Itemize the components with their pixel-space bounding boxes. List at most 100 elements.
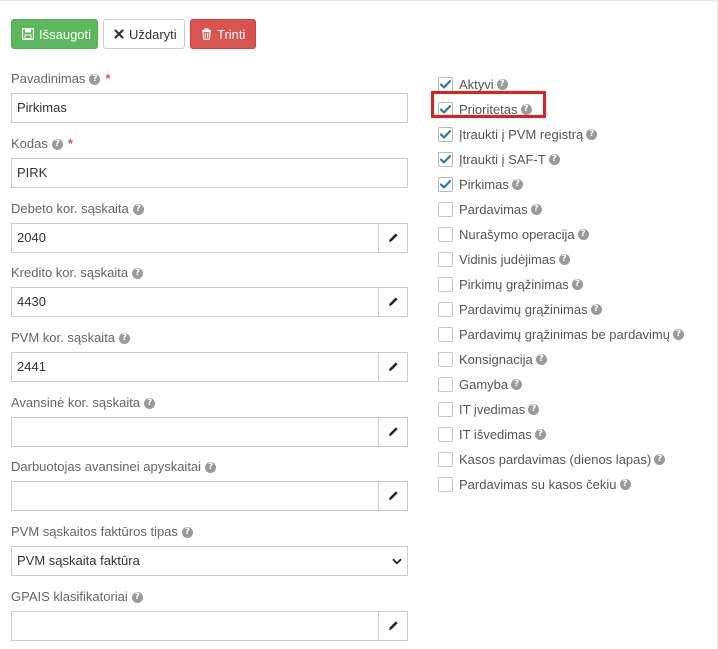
checkbox[interactable] [438,227,453,242]
help-icon[interactable]: ? [571,279,583,290]
checkbox[interactable] [438,452,453,467]
checkbox-label: Pirkimas [459,177,509,192]
checkbox-label-group: Pardavimų grąžinimas? [459,302,602,317]
code-input[interactable]: PIRK [11,158,408,188]
checkbox[interactable] [438,302,453,317]
gpais-edit-button[interactable] [378,611,408,641]
employee-label: Darbuotojas avansinei apyskaitai ? [11,459,408,475]
help-icon[interactable]: ? [520,104,532,115]
checkbox-row-pirkimas[interactable]: Pirkimas? [438,172,713,197]
gpais-group [11,611,408,641]
checkbox-label-group: Pardavimų grąžinimas be pardavimų? [459,327,684,342]
help-icon[interactable]: ? [131,591,143,603]
checkbox-label-group: IT įvedimas? [459,402,540,417]
debit-account-input[interactable]: 2040 [11,223,378,253]
checkbox[interactable] [438,327,453,342]
checkbox-row-prioritetas[interactable]: Prioritetas? [438,97,713,122]
checkbox-label: IT išvedimas [459,427,532,442]
checkbox-label-group: Kasos pardavimas (dienos lapas)? [459,452,666,467]
checkbox[interactable] [438,202,453,217]
help-icon[interactable]: ? [181,526,193,538]
checkbox-row-aktyvi[interactable]: Aktyvi? [438,72,713,97]
help-icon[interactable]: ? [654,454,666,465]
checkbox-row-pardavimas-su-kasos-cekiu[interactable]: Pardavimas su kasos čekiu? [438,472,713,497]
help-icon[interactable]: ? [144,397,156,409]
checkbox[interactable] [438,377,453,392]
checkbox-label-group: Įtraukti į SAF-T? [459,152,560,167]
help-icon[interactable]: ? [132,203,144,215]
help-icon[interactable]: ? [586,129,598,140]
checkbox-label-group: Pirkimas? [459,177,523,192]
delete-button[interactable]: Trinti [190,19,256,49]
invoice-type-select[interactable]: PVM sąskaita faktūra [11,546,408,576]
employee-input[interactable] [11,481,378,511]
checkbox[interactable] [438,177,453,192]
checkbox-row-pardavimas[interactable]: Pardavimas? [438,197,713,222]
advance-account-edit-button[interactable] [378,417,408,447]
checkbox-row-itraukti-i-saf-t[interactable]: Įtraukti į SAF-T? [438,147,713,172]
gpais-input[interactable] [11,611,378,641]
credit-account-input[interactable]: 4430 [11,287,378,317]
save-button[interactable]: Išsaugoti [11,19,98,49]
help-icon[interactable]: ? [51,138,63,150]
vat-account-input[interactable]: 2441 [11,352,378,382]
checkbox-label-group: Pirkimų grąžinimas? [459,277,583,292]
checkbox-label: Pardavimas [459,202,528,217]
advance-account-input[interactable] [11,417,378,447]
checkbox-row-vidinis-judejimas[interactable]: Vidinis judėjimas? [438,247,713,272]
checkbox-row-pirkimu-grazinimas[interactable]: Pirkimų grąžinimas? [438,272,713,297]
checkbox-label: Pardavimų grąžinimas be pardavimų [459,327,670,342]
pencil-icon [388,489,399,504]
checkbox[interactable] [438,477,453,492]
checkbox-row-pardavimu-grazinimas-be-pardavimu[interactable]: Pardavimų grąžinimas be pardavimų? [438,322,713,347]
checkbox[interactable] [438,127,453,142]
close-button[interactable]: Uždaryti [103,19,185,49]
help-icon[interactable]: ? [511,179,523,190]
help-icon[interactable]: ? [528,404,540,415]
save-label: Išsaugoti [39,26,92,42]
help-icon[interactable]: ? [672,329,684,340]
checkbox[interactable] [438,77,453,92]
help-icon[interactable]: ? [619,479,631,490]
checkbox-row-itraukti-i-pvm-registra[interactable]: Įtraukti į PVM registrą? [438,122,713,147]
checkbox-row-it-isvedimas[interactable]: IT išvedimas? [438,422,713,447]
checkbox[interactable] [438,277,453,292]
help-icon[interactable]: ? [534,429,546,440]
checkbox[interactable] [438,152,453,167]
checkbox-label: Pardavimas su kasos čekiu [459,477,617,492]
checkbox[interactable] [438,402,453,417]
checkbox-label: Pirkimų grąžinimas [459,277,569,292]
help-icon[interactable]: ? [535,354,547,365]
help-icon[interactable]: ? [119,332,131,344]
help-icon[interactable]: ? [530,204,542,215]
vat-account-label: PVM kor. sąskaita ? [11,330,408,346]
employee-edit-button[interactable] [378,481,408,511]
checkbox-row-it-ivedimas[interactable]: IT įvedimas? [438,397,713,422]
trash-icon [201,28,212,40]
help-icon[interactable]: ? [511,379,523,390]
help-icon[interactable]: ? [132,267,144,279]
checkbox-row-pardavimu-grazinimas[interactable]: Pardavimų grąžinimas? [438,297,713,322]
vat-account-edit-button[interactable] [378,352,408,382]
debit-account-edit-button[interactable] [378,223,408,253]
checkbox-row-gamyba[interactable]: Gamyba? [438,372,713,397]
checkbox-label-group: Aktyvi? [459,77,508,92]
name-input[interactable]: Pirkimas [11,93,408,123]
name-label: Pavadinimas ? * [11,71,111,86]
help-icon[interactable]: ? [548,154,560,165]
help-icon[interactable]: ? [558,254,570,265]
help-icon[interactable]: ? [89,73,101,85]
checkbox[interactable] [438,252,453,267]
checkbox[interactable] [438,352,453,367]
help-icon[interactable]: ? [590,304,602,315]
checkbox[interactable] [438,102,453,117]
help-icon[interactable]: ? [577,229,589,240]
checkbox[interactable] [438,427,453,442]
credit-account-edit-button[interactable] [378,287,408,317]
help-icon[interactable]: ? [205,461,217,473]
checkbox-row-konsignacija[interactable]: Konsignacija? [438,347,713,372]
checkbox-row-kasos-pardavimas-dienos-lapas[interactable]: Kasos pardavimas (dienos lapas)? [438,447,713,472]
checkbox-row-nurasymo-operacija[interactable]: Nurašymo operacija? [438,222,713,247]
delete-label: Trinti [217,26,246,42]
help-icon[interactable]: ? [496,79,508,90]
